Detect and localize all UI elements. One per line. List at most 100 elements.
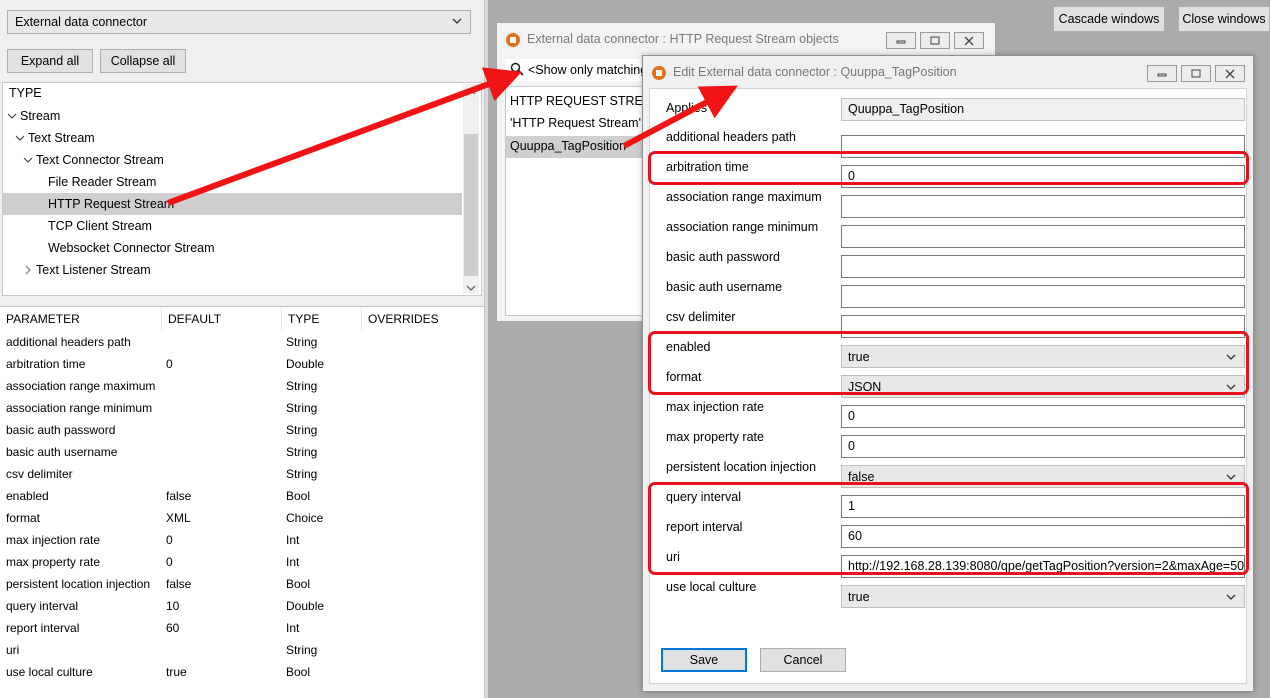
param-default: 10: [166, 599, 180, 613]
minimize-icon: [1157, 73, 1167, 77]
param-default: false: [166, 489, 192, 503]
title-bar[interactable]: External data connector : HTTP Request S…: [497, 23, 995, 55]
col-header-overrides[interactable]: OVERRIDES: [362, 308, 472, 330]
tree-item-file-reader-stream[interactable]: File Reader Stream: [48, 172, 156, 192]
param-type: String: [286, 401, 318, 415]
pane-splitter[interactable]: [484, 0, 488, 698]
save-button[interactable]: Save: [661, 648, 747, 672]
list-item[interactable]: HTTP REQUEST STREAM: [510, 94, 662, 108]
close-button[interactable]: [1215, 65, 1245, 82]
chevron-down-icon[interactable]: [6, 106, 20, 126]
param-type: Bool: [286, 665, 311, 679]
param-name: max property rate: [6, 555, 101, 569]
parameter-row[interactable]: use local culture true Bool: [0, 661, 484, 683]
param-default: XML: [166, 511, 191, 525]
param-name: format: [6, 511, 41, 525]
use-local-culture-select[interactable]: true: [841, 585, 1245, 608]
tree-item-stream[interactable]: Stream: [6, 106, 60, 126]
highlight-arbitration-time: [648, 151, 1249, 185]
cascade-windows-button[interactable]: Cascade windows: [1053, 6, 1165, 32]
parameter-row[interactable]: persistent location injection false Bool: [0, 573, 484, 595]
maximize-button[interactable]: [1181, 65, 1211, 82]
tree-item-websocket-connector-stream[interactable]: Websocket Connector Stream: [48, 238, 215, 258]
tree-item-text-connector-stream[interactable]: Text Connector Stream: [22, 150, 164, 170]
field-label: basic auth password: [666, 250, 780, 264]
param-type: String: [286, 335, 318, 349]
minimize-button[interactable]: [886, 32, 916, 49]
parameter-row[interactable]: csv delimiter String: [0, 463, 484, 485]
field-label: max property rate: [666, 430, 764, 444]
expand-all-button[interactable]: Expand all: [7, 49, 93, 73]
param-type: Int: [286, 533, 300, 547]
field-label: association range maximum: [666, 190, 822, 204]
highlight-enabled-format: [648, 331, 1249, 395]
highlight-query-report-uri: [648, 482, 1249, 575]
parameter-row[interactable]: basic auth username String: [0, 441, 484, 463]
param-name: report interval: [6, 621, 80, 635]
param-name: query interval: [6, 599, 79, 613]
chevron-down-icon[interactable]: [14, 128, 28, 148]
chevron-down-icon: [1226, 594, 1236, 600]
app-icon: [652, 66, 666, 80]
list-item[interactable]: 'HTTP Request Stream' ob: [510, 116, 658, 130]
col-header-default[interactable]: DEFAULT: [162, 308, 282, 330]
connector-type-select[interactable]: External data connector: [7, 10, 471, 34]
close-button[interactable]: [954, 32, 984, 49]
field-label: additional headers path: [666, 130, 796, 144]
col-header-type[interactable]: TYPE: [282, 308, 362, 330]
filter-field[interactable]: <Show only matching: [505, 59, 647, 81]
parameter-row[interactable]: additional headers path String: [0, 331, 484, 353]
parameter-row[interactable]: association range minimum String: [0, 397, 484, 419]
parameter-row[interactable]: basic auth password String: [0, 419, 484, 441]
parameter-row[interactable]: enabled false Bool: [0, 485, 484, 507]
param-name: arbitration time: [6, 357, 86, 371]
field-label: association range minimum: [666, 220, 819, 234]
list-item-selected[interactable]: Quuppa_TagPosition: [510, 139, 626, 153]
tree-item-label: Text Listener Stream: [36, 263, 151, 277]
parameter-row[interactable]: max injection rate 0 Int: [0, 529, 484, 551]
param-type: String: [286, 379, 318, 393]
minimize-button[interactable]: [1147, 65, 1177, 82]
association-range-maximum-field[interactable]: [841, 195, 1245, 218]
col-header-parameter[interactable]: PARAMETER: [0, 308, 162, 330]
cancel-button[interactable]: Cancel: [760, 648, 846, 672]
tree-item-http-request-stream[interactable]: HTTP Request Stream: [48, 194, 174, 214]
param-default: true: [166, 665, 187, 679]
basic-auth-password-field[interactable]: [841, 255, 1245, 278]
scroll-down-icon[interactable]: [466, 283, 476, 293]
maximize-button[interactable]: [920, 32, 950, 49]
field-label: basic auth username: [666, 280, 783, 294]
association-range-minimum-field[interactable]: [841, 225, 1245, 248]
maximize-icon: [930, 36, 940, 45]
parameter-row[interactable]: format XML Choice: [0, 507, 484, 529]
parameter-row[interactable]: arbitration time 0 Double: [0, 353, 484, 375]
tree-header: TYPE: [9, 86, 42, 100]
tree-item-tcp-client-stream[interactable]: TCP Client Stream: [48, 216, 152, 236]
chevron-down-icon[interactable]: [22, 150, 36, 170]
parameter-row[interactable]: max property rate 0 Int: [0, 551, 484, 573]
param-name: additional headers path: [6, 335, 131, 349]
tree-scrollbar[interactable]: [463, 84, 479, 294]
chevron-down-icon: [452, 18, 462, 24]
title-bar[interactable]: Edit External data connector : Quuppa_Ta…: [643, 56, 1253, 88]
parameter-row[interactable]: association range maximum String: [0, 375, 484, 397]
tree-item-text-listener-stream[interactable]: Text Listener Stream: [22, 260, 151, 280]
left-pane: External data connector Expand all Colla…: [0, 0, 484, 698]
param-type: Int: [286, 621, 300, 635]
chevron-right-icon[interactable]: [22, 260, 36, 280]
scroll-thumb[interactable]: [464, 134, 478, 276]
close-windows-button[interactable]: Close windows: [1178, 6, 1270, 32]
basic-auth-username-field[interactable]: [841, 285, 1245, 308]
connector-type-value: External data connector: [15, 15, 148, 29]
tree-item-text-stream[interactable]: Text Stream: [14, 128, 95, 148]
parameter-row[interactable]: uri String: [0, 639, 484, 661]
collapse-all-button[interactable]: Collapse all: [100, 49, 186, 73]
max-property-rate-field[interactable]: 0: [841, 435, 1245, 458]
parameter-row[interactable]: report interval 60 Int: [0, 617, 484, 639]
maximize-icon: [1191, 69, 1201, 78]
parameter-row[interactable]: query interval 10 Double: [0, 595, 484, 617]
scroll-up-icon[interactable]: [466, 87, 476, 97]
field-label: persistent location injection: [666, 460, 817, 474]
tree-item-label: Text Stream: [28, 131, 95, 145]
max-injection-rate-field[interactable]: 0: [841, 405, 1245, 428]
